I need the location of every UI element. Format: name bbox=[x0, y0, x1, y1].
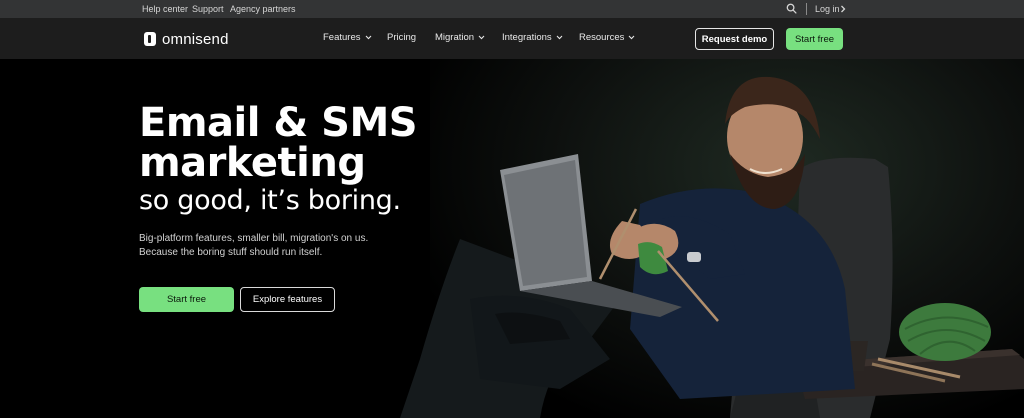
help-center-link[interactable]: Help center bbox=[142, 3, 188, 15]
search-icon[interactable] bbox=[786, 3, 797, 14]
chevron-right-icon bbox=[841, 5, 846, 13]
explore-features-button[interactable]: Explore features bbox=[240, 287, 335, 312]
hero-description-line2: Because the boring stuff should run itse… bbox=[139, 247, 323, 258]
support-link[interactable]: Support bbox=[192, 3, 224, 15]
chevron-down-icon bbox=[365, 35, 371, 40]
divider bbox=[806, 3, 807, 15]
hero-description-line1: Big-platform features, smaller bill, mig… bbox=[139, 233, 369, 244]
hero-headline-line2: marketing bbox=[139, 140, 366, 186]
chevron-down-icon bbox=[478, 35, 485, 40]
main-nav: omnisend Features Pricing Migration Inte… bbox=[0, 18, 1024, 59]
hero-photo-man-knitting bbox=[400, 76, 1024, 418]
login-link[interactable]: Log in bbox=[815, 3, 840, 15]
agency-partners-link[interactable]: Agency partners bbox=[230, 3, 296, 15]
request-demo-button[interactable]: Request demo bbox=[695, 28, 774, 50]
chevron-down-icon bbox=[629, 35, 635, 40]
chevron-down-icon bbox=[556, 35, 563, 40]
nav-item-pricing[interactable]: Pricing bbox=[387, 32, 416, 43]
logo-text: omnisend bbox=[162, 30, 229, 48]
omnisend-logo[interactable]: omnisend bbox=[144, 29, 229, 49]
start-free-nav-button[interactable]: Start free bbox=[786, 28, 843, 50]
hero-subheadline: so good, it’s boring. bbox=[139, 185, 401, 216]
nav-item-features[interactable]: Features bbox=[323, 32, 372, 43]
nav-item-migration[interactable]: Migration bbox=[435, 32, 485, 43]
nav-item-label: Resources bbox=[579, 32, 625, 43]
logo-mark-icon bbox=[144, 32, 156, 46]
nav-item-label: Integrations bbox=[502, 32, 552, 43]
start-free-hero-button[interactable]: Start free bbox=[139, 287, 234, 312]
hero-headline-line1: Email & SMS bbox=[139, 100, 418, 146]
nav-item-label: Pricing bbox=[387, 32, 417, 43]
utility-bar: Help center Support Agency partners Log … bbox=[0, 0, 1024, 18]
nav-item-label: Features bbox=[323, 32, 361, 43]
nav-item-label: Migration bbox=[435, 32, 475, 43]
nav-item-resources[interactable]: Resources bbox=[579, 32, 635, 43]
hero-section: Email & SMS marketing so good, it’s bori… bbox=[0, 59, 1024, 418]
nav-item-integrations[interactable]: Integrations bbox=[502, 32, 563, 43]
